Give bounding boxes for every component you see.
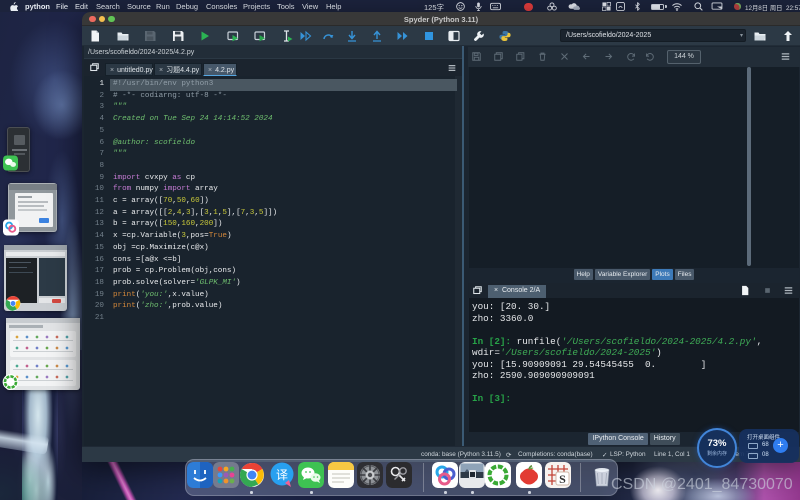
svg-text:S: S [559,472,566,486]
svg-text:译: 译 [276,468,288,482]
